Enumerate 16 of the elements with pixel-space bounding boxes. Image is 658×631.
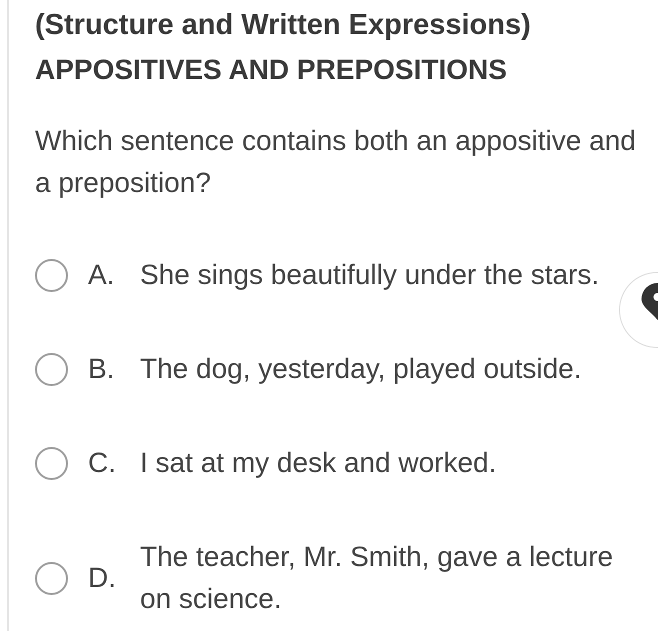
option-text: I sat at my desk and worked. xyxy=(140,446,498,480)
option-letter: A. xyxy=(88,258,116,292)
radio-button[interactable] xyxy=(35,258,68,292)
option-text: The dog, yesterday, played outside. xyxy=(140,352,583,386)
section-title: (Structure and Written Expressions) xyxy=(35,8,531,43)
radio-button[interactable] xyxy=(35,352,68,386)
option-text: She sings beautifully under the stars. xyxy=(140,258,600,292)
topic-heading: APPOSITIVES AND PREPOSITIONS xyxy=(35,53,507,87)
question-text: Which sentence contains both an appositive and a preposition? xyxy=(35,124,637,200)
option-letter: B. xyxy=(88,352,116,386)
option-text: The teacher, Mr. Smith, gave a lecture on science. xyxy=(140,540,614,616)
pin-icon xyxy=(640,283,658,320)
option-letter: C. xyxy=(88,446,117,480)
radio-button[interactable] xyxy=(35,562,68,594)
radio-button[interactable] xyxy=(35,446,68,480)
option-letter: D. xyxy=(88,561,117,595)
